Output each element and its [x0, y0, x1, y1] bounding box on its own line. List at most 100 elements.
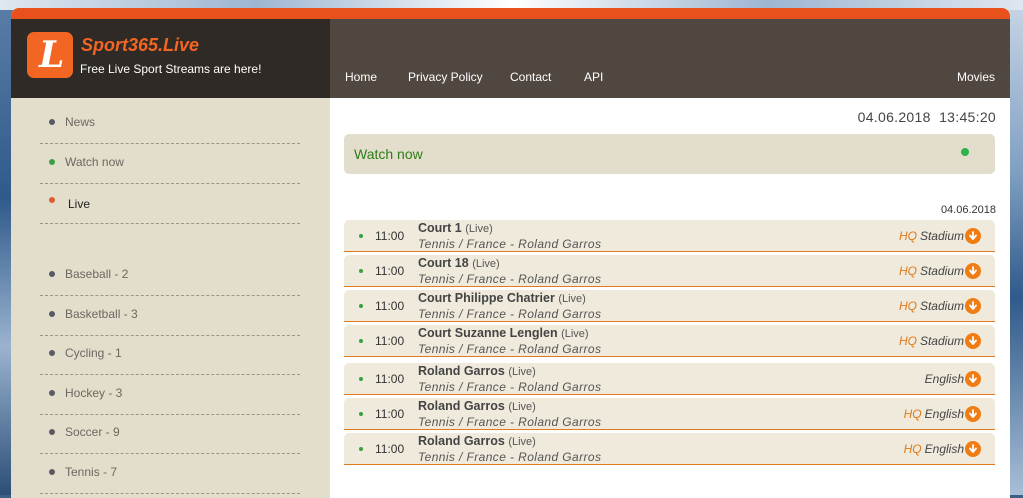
event-row[interactable]: 11:00 Roland Garros (Live) Tennis / France… [344, 433, 995, 465]
sidebar-item-live[interactable]: Live [40, 184, 300, 224]
main-content: 04.06.2018 13:45:20 Watch now 04.06.2018… [330, 98, 1010, 498]
event-status: (Live) [472, 258, 500, 270]
event-title[interactable]: Court Philippe Chatrier (Live) [418, 291, 586, 305]
stream-name: Stadium [919, 299, 964, 313]
sidebar-item-label: News [65, 115, 96, 129]
watch-now-bar[interactable]: Watch now [344, 134, 995, 174]
hq-badge: HQ [898, 264, 917, 278]
event-status: (Live) [508, 436, 536, 448]
event-time: 11:00 [375, 229, 405, 243]
event-time: 11:00 [375, 264, 405, 278]
sidebar-item-label: Cycling - 1 [65, 346, 122, 360]
sidebar-item-label: Live [68, 197, 91, 211]
hq-badge: HQ [898, 299, 917, 313]
event-row[interactable]: 11:00 Roland Garros (Live) Tennis / France… [344, 398, 995, 430]
download-arrow-icon[interactable] [965, 441, 981, 457]
logo-icon[interactable]: L [27, 32, 73, 78]
stream-label[interactable]: HQ Stadium [899, 299, 964, 313]
download-arrow-icon[interactable] [965, 333, 981, 349]
stream-label[interactable]: HQ English [904, 442, 964, 456]
live-dot-icon [359, 304, 363, 308]
event-row[interactable]: 11:00 Court 1 (Live) Tennis / France - Rol… [344, 220, 995, 252]
event-time: 11:00 [375, 372, 405, 386]
bullet-icon [49, 311, 55, 317]
stream-label[interactable]: HQ Stadium [899, 229, 964, 243]
nav-api[interactable]: API [584, 70, 603, 84]
stream-name: Stadium [919, 229, 964, 243]
bullet-icon [49, 429, 55, 435]
download-arrow-icon[interactable] [965, 228, 981, 244]
sidebar-item-baseball[interactable]: Baseball - 2 [40, 256, 300, 296]
event-title-text: Court 18 [418, 256, 469, 270]
stream-label[interactable]: HQ English [904, 407, 964, 421]
event-row[interactable]: 11:00 Roland Garros (Live) Tennis / France… [344, 363, 995, 395]
bullet-icon [49, 390, 55, 396]
brand-header: L Sport365.Live Free Live Sport Streams … [11, 19, 330, 98]
nav-home[interactable]: Home [345, 70, 377, 84]
event-status: (Live) [465, 223, 493, 235]
sidebar-item-cycling[interactable]: Cycling - 1 [40, 335, 300, 375]
sidebar-item-label: Baseball - 2 [65, 267, 129, 281]
event-title-text: Roland Garros [418, 364, 505, 378]
event-status: (Live) [508, 366, 536, 378]
sidebar-item-watch-now[interactable]: Watch now [40, 144, 300, 184]
bullet-icon [49, 197, 55, 203]
live-dot-icon [359, 234, 363, 238]
live-dot-icon [359, 412, 363, 416]
sidebar-item-label: Tennis - 7 [65, 465, 118, 479]
event-subtitle: Tennis / France - Roland Garros [418, 380, 602, 394]
sidebar-item-tennis[interactable]: Tennis - 7 [40, 454, 300, 494]
event-title-text: Roland Garros [418, 434, 505, 448]
event-title-text: Roland Garros [418, 399, 505, 413]
bullet-icon [49, 350, 55, 356]
sidebar-item-news[interactable]: News [40, 104, 300, 144]
stream-label[interactable]: HQ Stadium [899, 264, 964, 278]
nav-bar: Home Privacy Policy Contact API Movies [330, 19, 1010, 98]
download-arrow-icon[interactable] [965, 406, 981, 422]
hq-badge: HQ [898, 229, 917, 243]
event-title[interactable]: Court 18 (Live) [418, 256, 500, 270]
event-title[interactable]: Court 1 (Live) [418, 221, 493, 235]
event-row[interactable]: 11:00 Court 18 (Live) Tennis / France - Ro… [344, 255, 995, 287]
event-subtitle: Tennis / France - Roland Garros [418, 342, 602, 356]
event-status: (Live) [558, 293, 586, 305]
event-subtitle: Tennis / France - Roland Garros [418, 450, 602, 464]
event-row[interactable]: 11:00 Court Philippe Chatrier (Live) Tenni… [344, 290, 995, 322]
event-row[interactable]: 11:00 Court Suzanne Lenglen (Live) Tennis … [344, 325, 995, 357]
site-name[interactable]: Sport365.Live [81, 35, 199, 56]
sidebar-item-soccer[interactable]: Soccer - 9 [40, 414, 300, 454]
download-arrow-icon[interactable] [965, 298, 981, 314]
event-subtitle: Tennis / France - Roland Garros [418, 307, 602, 321]
nav-movies[interactable]: Movies [957, 70, 995, 84]
event-title[interactable]: Roland Garros (Live) [418, 364, 536, 378]
stream-label[interactable]: English [922, 372, 964, 386]
sidebar-item-basketball[interactable]: Basketball - 3 [40, 296, 300, 336]
event-title-text: Court 1 [418, 221, 462, 235]
event-title[interactable]: Court Suzanne Lenglen (Live) [418, 326, 589, 340]
event-title[interactable]: Roland Garros (Live) [418, 399, 536, 413]
live-dot-icon [359, 377, 363, 381]
nav-privacy-policy[interactable]: Privacy Policy [408, 70, 483, 84]
sidebar-item-label: Watch now [65, 155, 124, 169]
current-datetime: 04.06.2018 13:45:20 [858, 109, 996, 125]
watch-now-label: Watch now [354, 146, 423, 162]
stream-name: English [924, 407, 964, 421]
stream-name: Stadium [919, 334, 964, 348]
stream-name: English [924, 442, 964, 456]
bullet-icon [49, 119, 55, 125]
current-time: 13:45:20 [939, 109, 996, 125]
stream-label[interactable]: HQ Stadium [899, 334, 964, 348]
sidebar-item-hockey[interactable]: Hockey - 3 [40, 375, 300, 415]
download-arrow-icon[interactable] [965, 371, 981, 387]
event-subtitle: Tennis / France - Roland Garros [418, 415, 602, 429]
live-status-icon [961, 148, 969, 156]
nav-contact[interactable]: Contact [510, 70, 551, 84]
top-accent-bar [11, 8, 1010, 19]
stream-name: English [924, 372, 964, 386]
event-title[interactable]: Roland Garros (Live) [418, 434, 536, 448]
download-arrow-icon[interactable] [965, 263, 981, 279]
event-status: (Live) [508, 401, 536, 413]
sidebar-item-label: Basketball - 3 [65, 307, 138, 321]
event-subtitle: Tennis / France - Roland Garros [418, 237, 602, 251]
hq-badge: HQ [903, 442, 922, 456]
